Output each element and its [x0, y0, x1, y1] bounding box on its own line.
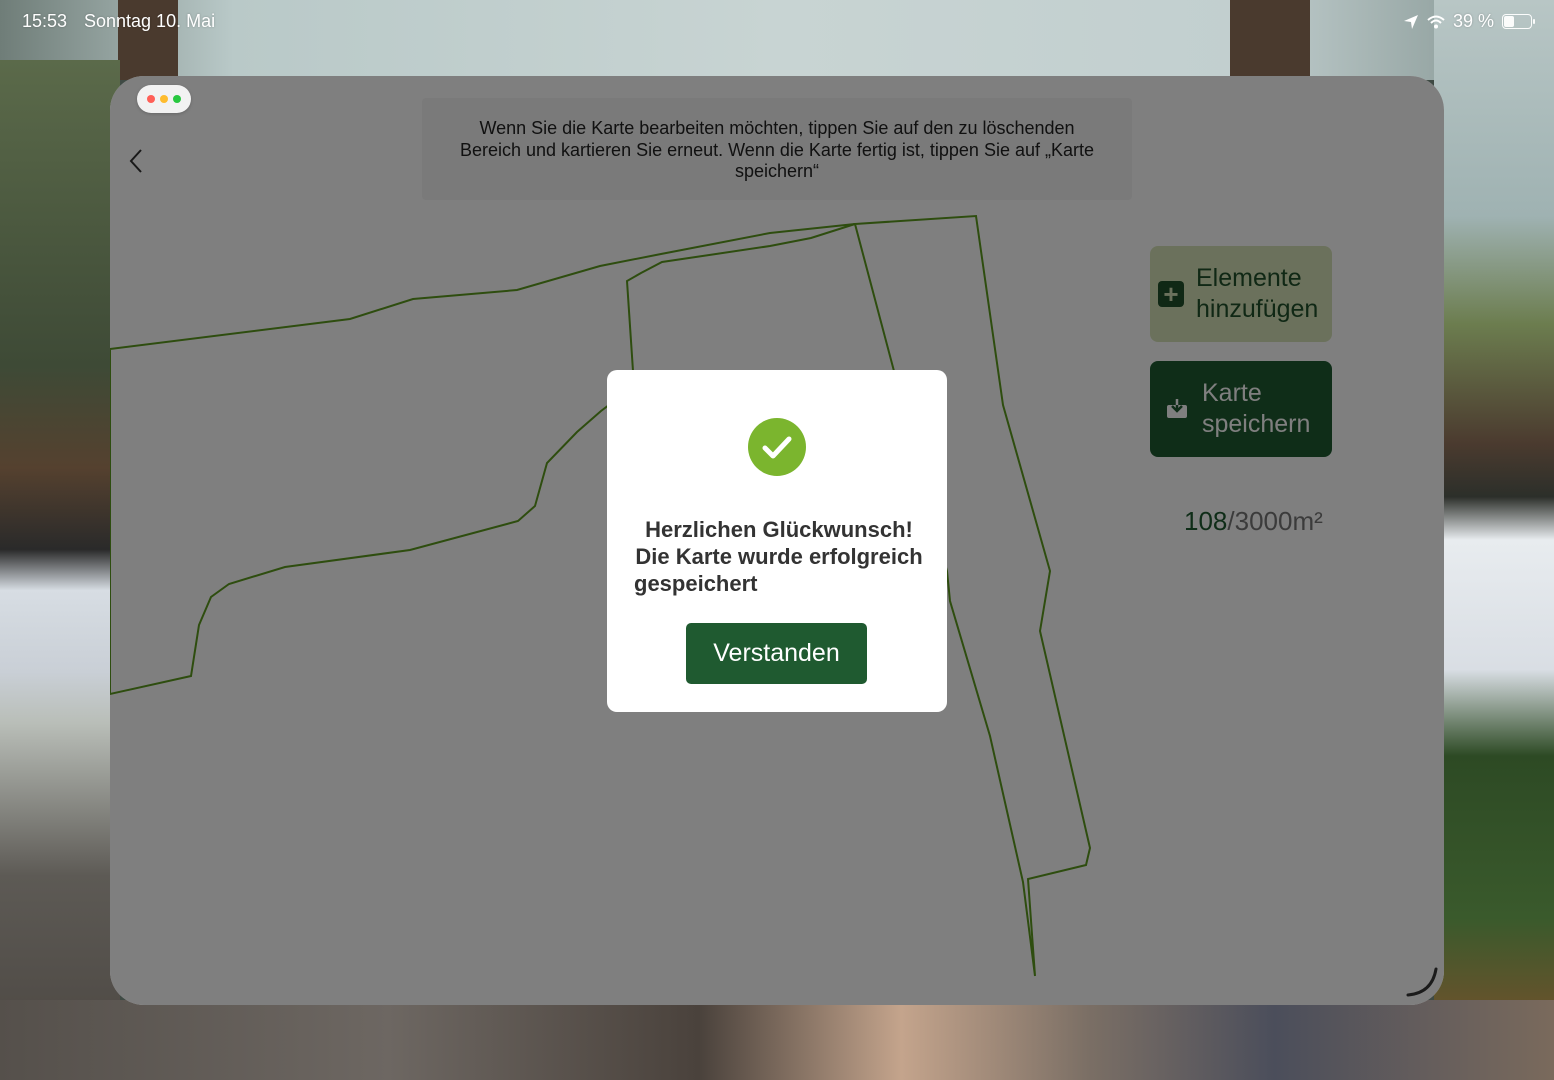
- success-message-line: Herzlichen Glückwunsch!: [645, 517, 913, 542]
- success-message-line: Die Karte wurde erfolgreich: [635, 544, 923, 569]
- status-time: 15:53: [22, 11, 68, 31]
- minimize-dot[interactable]: [160, 95, 168, 103]
- status-date: Sonntag 10. Mai: [84, 11, 216, 31]
- understood-button[interactable]: Verstanden: [686, 623, 867, 684]
- status-bar: 15:53 Sonntag 10. Mai 39 %: [0, 0, 1554, 42]
- window-controls[interactable]: [137, 85, 191, 113]
- success-dialog: Herzlichen Glückwunsch! Die Karte wurde …: [607, 370, 947, 712]
- battery-icon: [1502, 14, 1535, 29]
- resize-handle-icon[interactable]: [1406, 965, 1440, 999]
- success-check-icon: [748, 418, 806, 476]
- battery-percent: 39 %: [1452, 11, 1494, 31]
- background-right: [1434, 0, 1554, 1080]
- success-message-line: gespeichert: [634, 571, 758, 596]
- maximize-dot[interactable]: [173, 95, 181, 103]
- success-message: Herzlichen Glückwunsch! Die Karte wurde …: [634, 516, 924, 597]
- status-right: 39 %: [1403, 11, 1535, 32]
- battery-fill: [1504, 16, 1514, 27]
- location-arrow-icon: [1403, 14, 1418, 29]
- background-floor: [0, 1000, 1554, 1080]
- wifi-icon: [1427, 15, 1445, 28]
- background-left: [0, 60, 120, 1080]
- close-dot[interactable]: [147, 95, 155, 103]
